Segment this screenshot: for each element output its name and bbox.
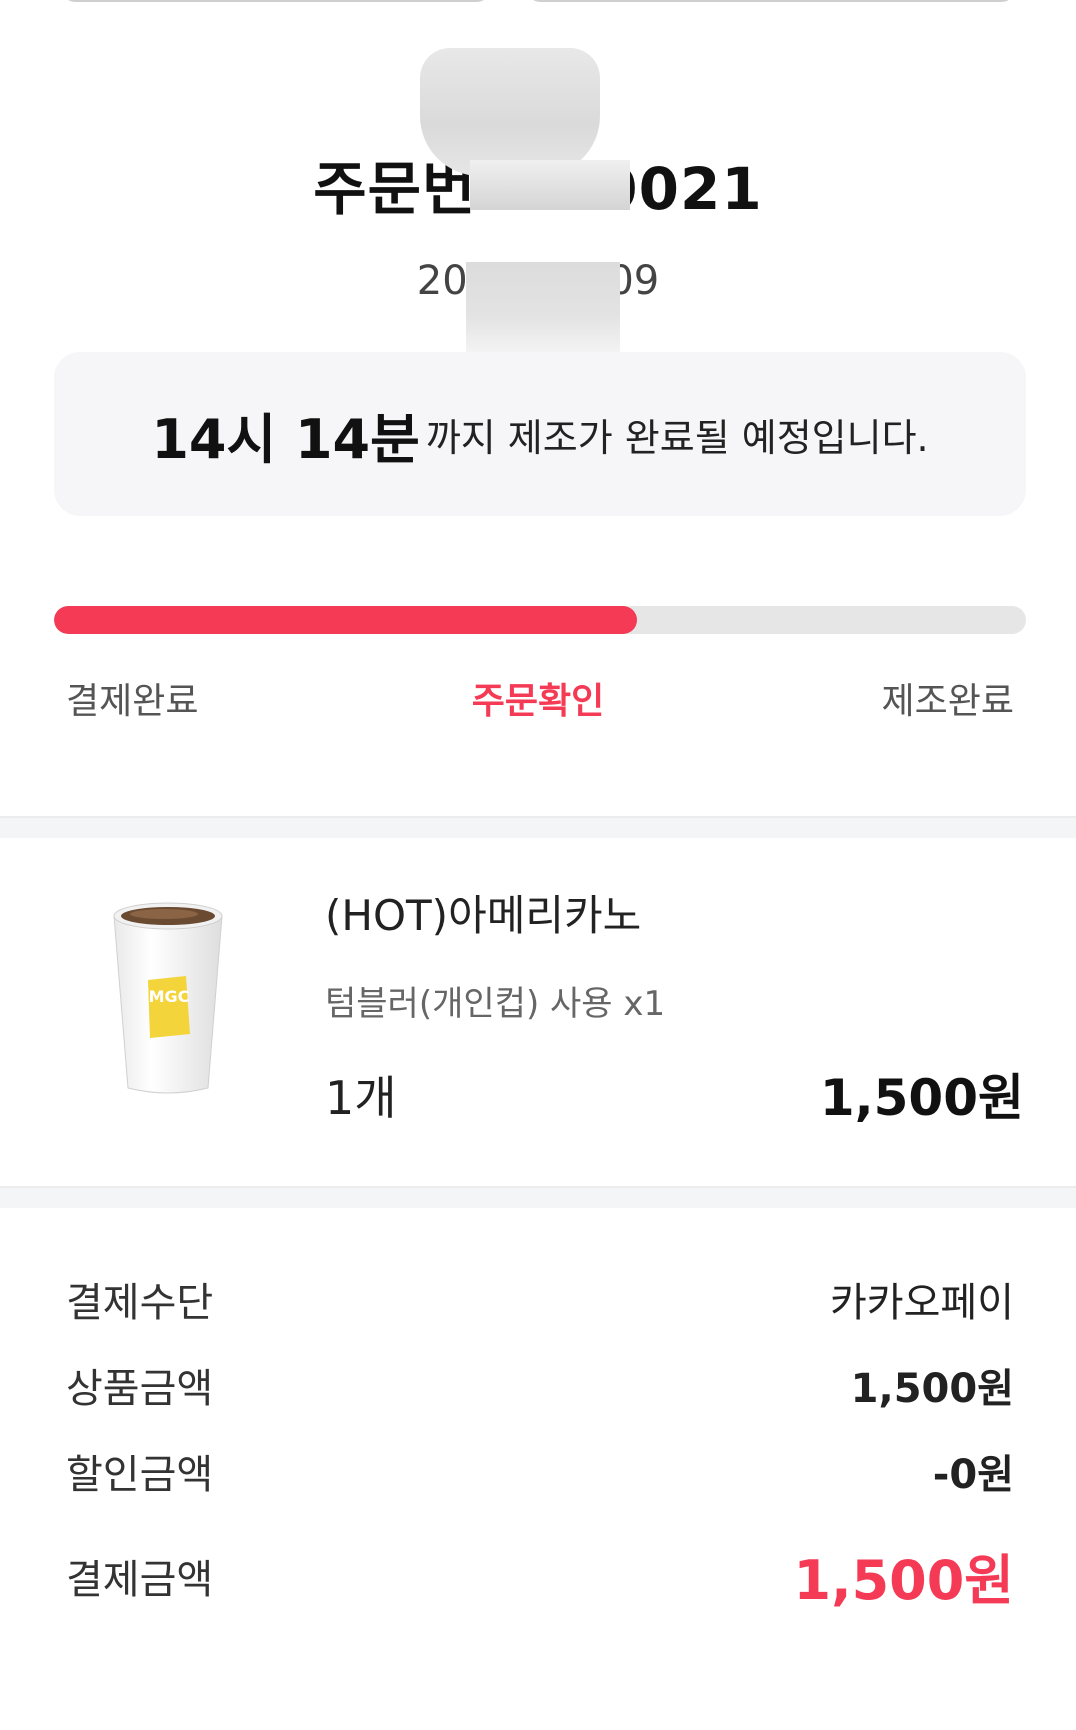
redaction-blur [420,48,600,176]
discount-amount-row: 할인금액 -0원 [66,1442,1014,1500]
payment-method-row: 결제수단 카카오페이 [66,1270,1014,1328]
discount-amount-value: -0원 [932,1452,1014,1498]
order-progress-bar [54,606,1026,634]
top-tab-bar [0,0,1076,10]
redaction-blur [470,160,630,210]
product-name: (HOT)아메리카노 [325,891,642,940]
top-tab-left[interactable] [60,0,492,2]
total-amount-row: 결제금액 1,500원 [66,1536,1014,1615]
top-tab-right[interactable] [525,0,1017,2]
eta-message: 까지 제조가 완료될 예정입니다. [425,415,929,460]
product-amount-value: 1,500원 [850,1366,1014,1412]
cup-logo-text: MGC [149,987,190,1006]
order-progress-fill [54,606,638,634]
redaction-blur [466,262,620,352]
discount-amount-label: 할인금액 [66,1452,214,1498]
product-quantity: 1개 [325,1071,397,1125]
section-divider [0,1186,1076,1208]
eta-time: 14시 14분 [151,407,420,471]
step-preparation-complete: 제조완료 [881,681,1014,722]
eta-notice: 14시 14분 까지 제조가 완료될 예정입니다. [54,352,1026,516]
product-price: 1,500원 [819,1069,1024,1127]
product-option: 텀블러(개인컵) 사용 x1 [325,984,666,1024]
payment-method-value: 카카오페이 [830,1280,1014,1326]
total-amount-value: 1,500원 [793,1549,1015,1612]
product-amount-row: 상품금액 1,500원 [66,1356,1014,1414]
payment-method-label: 결제수단 [66,1280,214,1326]
product-amount-label: 상품금액 [66,1366,214,1412]
total-amount-label: 결제금액 [66,1556,214,1603]
section-divider [0,816,1076,838]
coffee-cup-icon: MGC [108,892,228,1098]
